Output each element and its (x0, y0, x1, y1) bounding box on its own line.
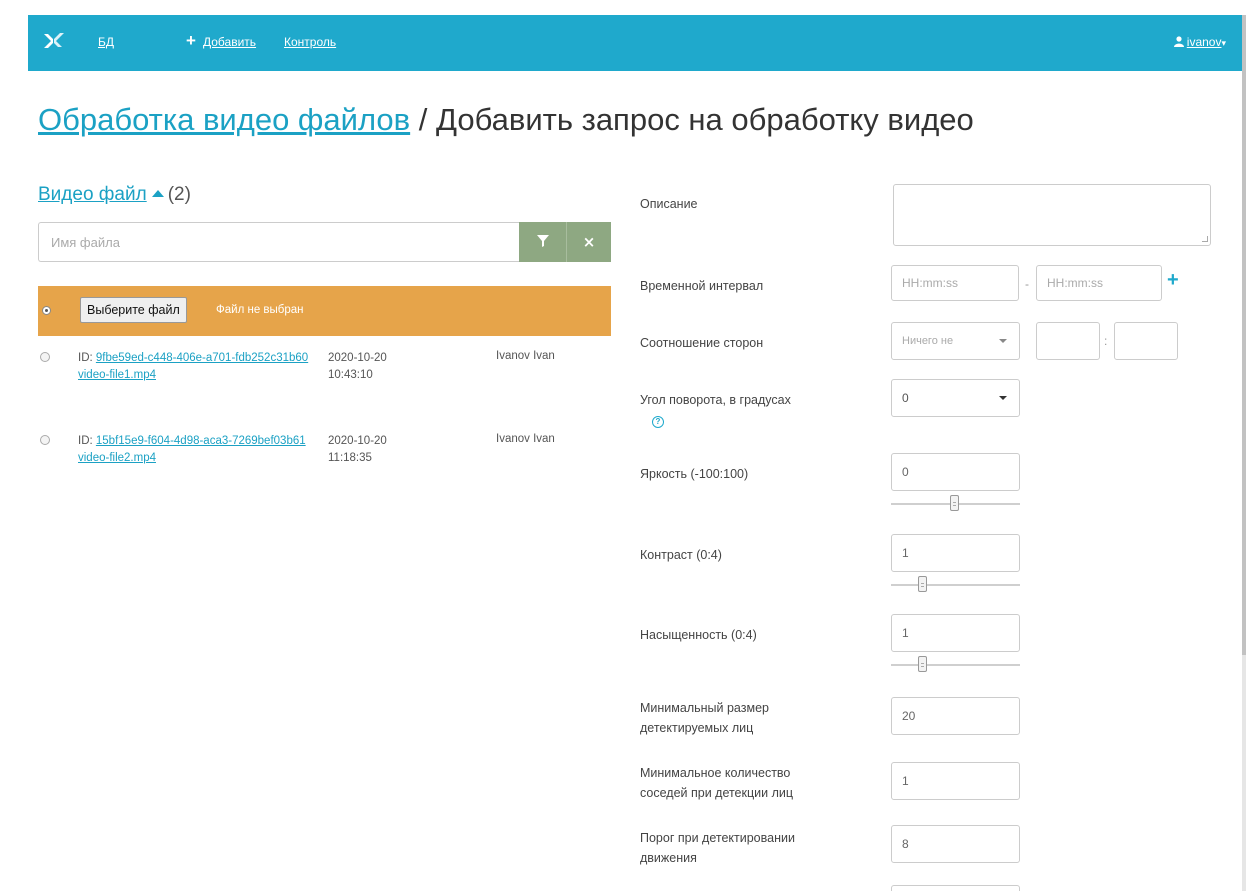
file-user: Ivanov Ivan (496, 350, 555, 362)
user-name: ivanov (1186, 35, 1222, 49)
caret-up-icon[interactable] (151, 189, 164, 197)
file-datetime: 2020-10-20 10:43:10 (328, 350, 387, 384)
min-neighbors-input[interactable] (891, 762, 1020, 800)
upload-row: Выберите файл Файл не выбран (38, 286, 611, 336)
file-id-prefix: ID: (78, 352, 96, 364)
motion-threshold-label: Порог при детектировании движения (640, 828, 795, 868)
saturation-label: Насыщенность (0:4) (640, 628, 757, 642)
aspect-ratio-label: Соотношение сторон (640, 336, 764, 350)
chevron-down-icon (999, 396, 1007, 400)
rotation-select-value: 0 (902, 391, 909, 405)
contrast-slider-handle[interactable] (917, 576, 927, 592)
video-section-title: Видео файл (2) (38, 184, 191, 206)
plus-icon: + (186, 31, 196, 50)
brightness-input[interactable] (891, 453, 1020, 491)
help-icon[interactable]: ? (652, 416, 664, 428)
file-row: ID: 15bf15e9-f604-4d98-aca3-7269bef03b61… (38, 431, 611, 501)
aspect-ratio-select[interactable]: Ничего не (891, 322, 1020, 360)
file-user: Ivanov Ivan (496, 433, 555, 445)
filter-button[interactable] (519, 222, 566, 262)
filter-icon (536, 234, 549, 247)
file-info: ID: 15bf15e9-f604-4d98-aca3-7269bef03b61… (78, 433, 313, 467)
breadcrumb-separator: / (410, 102, 436, 137)
file-name-link[interactable]: video-file1.mp4 (78, 369, 156, 381)
min-neighbors-label: Минимальное количество соседей при детек… (640, 763, 793, 803)
breadcrumb-video-processing[interactable]: Обработка видео файлов (38, 102, 410, 137)
file-radio[interactable] (40, 435, 50, 445)
min-face-size-label-line1: Минимальный размер (640, 701, 769, 715)
caret-down-icon: ▾ (1221, 38, 1226, 48)
video-count: (2) (167, 184, 191, 205)
time-separator: - (1025, 277, 1029, 291)
file-time: 11:18:35 (328, 452, 372, 464)
brightness-label: Яркость (-100:100) (640, 467, 749, 481)
file-id-link[interactable]: 15bf15e9-f604-4d98-aca3-7269bef03b61 (96, 435, 306, 447)
min-face-size-input[interactable] (891, 697, 1020, 735)
rotation-label: Угол поворота, в градусах (640, 393, 791, 407)
motion-threshold-input[interactable] (891, 825, 1020, 863)
saturation-input[interactable] (891, 614, 1020, 652)
time-interval-label: Временной интервал (640, 279, 764, 293)
scrollbar-thumb[interactable] (1242, 15, 1246, 655)
logo-icon[interactable] (42, 30, 66, 52)
upload-radio[interactable] (42, 306, 51, 315)
top-navbar: БД + Добавить Контроль ivanov▾ (28, 15, 1242, 71)
min-neighbors-label-line2: соседей при детекции лиц (640, 786, 794, 800)
min-face-size-label: Минимальный размер детектируемых лиц (640, 698, 769, 738)
nav-link-db[interactable]: БД (98, 35, 114, 49)
description-label: Описание (640, 197, 698, 211)
chevron-down-icon (999, 339, 1007, 343)
saturation-slider-handle[interactable] (917, 656, 927, 672)
nav-link-add[interactable]: Добавить (203, 35, 256, 49)
contrast-input[interactable] (891, 534, 1020, 572)
file-datetime: 2020-10-20 11:18:35 (328, 433, 387, 467)
choose-file-button[interactable]: Выберите файл (80, 297, 187, 323)
file-date: 2020-10-20 (328, 435, 387, 447)
file-row: ID: 9fbe59ed-c448-406e-a701-fdb252c31b60… (38, 348, 611, 418)
file-radio[interactable] (40, 352, 50, 362)
video-section-link[interactable]: Видео файл (38, 184, 147, 205)
file-info: ID: 9fbe59ed-c448-406e-a701-fdb252c31b60… (78, 350, 313, 384)
aspect-width-input[interactable] (1036, 322, 1100, 360)
filename-search-input[interactable] (38, 222, 520, 262)
aspect-ratio-select-value: Ничего не (902, 335, 954, 347)
motion-threshold-label-line1: Порог при детектировании (640, 831, 795, 845)
resize-grip-icon[interactable] (1202, 236, 1208, 242)
no-file-label: Файл не выбран (216, 304, 304, 316)
motion-threshold-label-line2: движения (640, 851, 697, 865)
saturation-slider[interactable] (891, 664, 1020, 666)
file-date: 2020-10-20 (328, 352, 387, 364)
nav-link-control[interactable]: Контроль (284, 35, 336, 49)
breadcrumb-current: Добавить запрос на обработку видео (435, 102, 974, 137)
file-id-link[interactable]: 9fbe59ed-c448-406e-a701-fdb252c31b60 (96, 352, 308, 364)
time-start-input[interactable] (891, 265, 1019, 301)
brightness-slider-handle[interactable] (950, 495, 959, 511)
aspect-separator: : (1104, 334, 1108, 348)
file-time: 10:43:10 (328, 369, 373, 381)
add-interval-plus-icon[interactable]: + (1167, 270, 1179, 290)
file-id-prefix: ID: (78, 435, 96, 447)
contrast-slider[interactable] (891, 584, 1020, 586)
min-face-size-label-line2: детектируемых лиц (640, 721, 754, 735)
user-icon (1173, 36, 1184, 47)
description-textarea[interactable] (893, 184, 1211, 246)
user-menu[interactable]: ivanov▾ (1173, 35, 1226, 49)
contrast-label: Контраст (0:4) (640, 548, 722, 562)
next-field-input[interactable] (891, 885, 1020, 891)
time-end-input[interactable] (1036, 265, 1162, 301)
file-name-link[interactable]: video-file2.mp4 (78, 452, 156, 464)
min-neighbors-label-line1: Минимальное количество (640, 766, 791, 780)
page-title: Обработка видео файлов / Добавить запрос… (38, 102, 974, 138)
aspect-height-input[interactable] (1114, 322, 1178, 360)
clear-filter-button[interactable]: × (566, 222, 611, 262)
rotation-select[interactable]: 0 (891, 379, 1020, 417)
